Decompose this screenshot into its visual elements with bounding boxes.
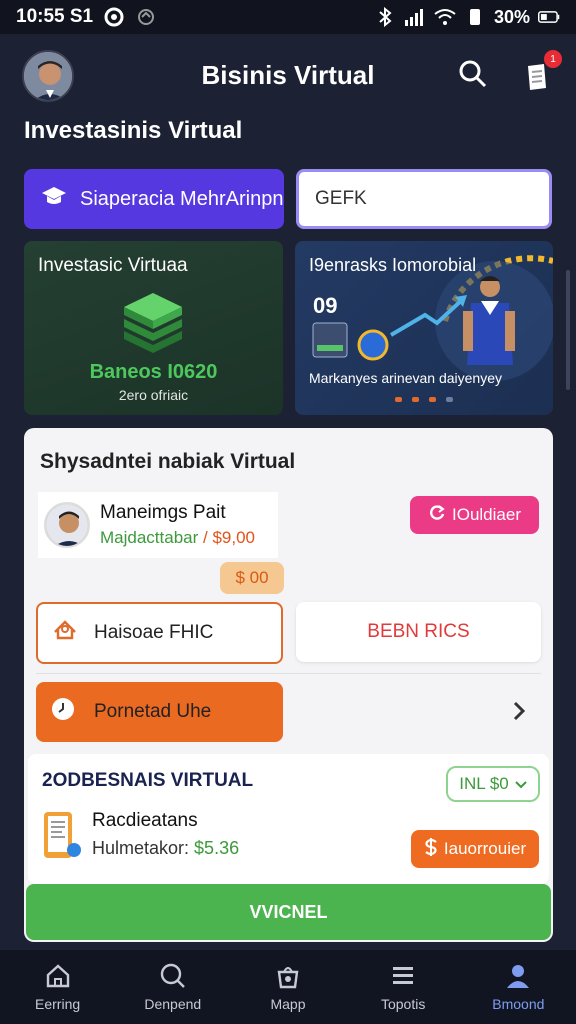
menu-icon	[393, 967, 414, 984]
profile-label: Majdacttabar	[100, 528, 199, 547]
chevron-down-icon	[515, 774, 527, 794]
bag-icon	[277, 967, 299, 989]
nav-label-search: Denpend	[144, 996, 202, 1012]
investment-card[interactable]: Investasic Virtuaa Baneos I0620 2ero ofr…	[24, 241, 283, 415]
nav-item-home[interactable]: Eerring	[3, 962, 113, 1012]
nav-label-home: Eerring	[35, 996, 81, 1012]
wifi-icon	[434, 6, 456, 28]
chevron-right-icon[interactable]	[512, 698, 526, 729]
confirm-button[interactable]: VVICNEL	[26, 884, 551, 940]
item-name: Racdieatans	[92, 810, 198, 831]
nav-label-menu: Topotis	[380, 996, 426, 1012]
app-circle-icon	[103, 6, 125, 28]
nav-item-search[interactable]: Denpend	[118, 962, 228, 1012]
profile-row[interactable]: Maneimgs Pait Majdacttabar / $9,00	[38, 492, 278, 558]
price-chip: $ 00	[220, 562, 284, 594]
primary-button-label: Siaperacia MehrArinpn	[80, 187, 284, 210]
profile-price: $9,00	[212, 528, 256, 547]
bottom-nav: Eerring Denpend Mapp Topotis Bmoond	[0, 950, 576, 1024]
item-action-button[interactable]: Iauorrouier	[411, 830, 539, 868]
nav-item-menu[interactable]: Topotis	[348, 962, 458, 1012]
orange-button[interactable]: Pornetad Uhe	[36, 682, 283, 742]
sub-card-title: 2ODBESNAIS VIRTUAL	[42, 770, 254, 791]
notification-app-icon	[135, 6, 157, 28]
confirm-button-label: VVICNEL	[249, 901, 328, 922]
user-icon	[507, 965, 530, 988]
outline-button-label: Haisoae FHIC	[94, 622, 214, 643]
notification-button[interactable]: 1	[522, 50, 562, 92]
nav-label-profile: Bmoond	[492, 996, 545, 1012]
item-price: $5.36	[194, 838, 240, 858]
status-bar: 10:55 S1 30%	[0, 0, 576, 34]
notification-badge: 1	[544, 50, 562, 68]
section-title: Investasinis Virtual	[24, 117, 243, 144]
nav-item-bag[interactable]: Mapp	[233, 962, 343, 1012]
battery-percent: 30%	[493, 6, 530, 27]
stack-cube-icon	[120, 289, 186, 360]
pink-action-button[interactable]: IOuldiaer	[410, 496, 539, 534]
content-panel: Shysadntei nabiak Virtual Maneimgs Pait …	[24, 428, 553, 942]
home-icon	[46, 964, 69, 988]
divider	[36, 673, 541, 674]
status-time: 10:55 S1	[16, 6, 94, 27]
item-label: Hulmetakor:	[92, 838, 190, 858]
nav-item-profile[interactable]: Bmoond	[463, 962, 573, 1012]
sim-icon	[464, 6, 486, 28]
scrollbar[interactable]	[566, 270, 570, 390]
refresh-icon	[428, 504, 446, 527]
graduation-cap-icon	[40, 184, 68, 214]
carousel-dots[interactable]	[395, 397, 453, 402]
promo-card[interactable]: I9enrasks Iomorobial 09 Markanyes arinev…	[295, 241, 553, 415]
investment-subtitle: 2ero ofriaic	[118, 387, 189, 403]
phone-icon	[42, 810, 82, 862]
promo-number: 09	[313, 293, 338, 318]
primary-button[interactable]: Siaperacia MehrArinpn	[24, 169, 284, 229]
investment-card-title: Investasic Virtuaa	[38, 255, 188, 276]
signal-icon	[404, 6, 426, 28]
search-field-value: GEFK	[315, 188, 367, 209]
profile-avatar	[44, 502, 90, 548]
item-action-label: Iauorrouier	[443, 839, 527, 858]
battery-icon	[538, 6, 560, 28]
pink-action-label: IOuldiaer	[452, 505, 521, 524]
nav-label-bag: Mapp	[270, 996, 306, 1012]
promo-description: Markanyes arinevan daiyenyey	[309, 370, 502, 386]
app-header: Bisinis Virtual 1	[0, 34, 576, 118]
secondary-button[interactable]: BEBN RICS	[296, 602, 541, 662]
investment-balance: Baneos I0620	[89, 361, 218, 383]
search-icon	[160, 963, 185, 988]
house-icon	[52, 618, 78, 648]
sub-card: 2ODBESNAIS VIRTUAL INL $0 Racdieatans Hu…	[28, 754, 549, 884]
clock-icon	[50, 696, 76, 728]
outline-button[interactable]: Haisoae FHIC	[36, 602, 283, 664]
promo-title: I9enrasks Iomorobial	[309, 255, 477, 275]
profile-name: Maneimgs Pait	[100, 502, 226, 523]
search-field[interactable]: GEFK	[296, 169, 552, 229]
currency-select-value: INL $0	[459, 774, 509, 793]
currency-select[interactable]: INL $0	[446, 766, 540, 802]
app-title: Bisinis Virtual	[201, 60, 375, 90]
bluetooth-icon	[374, 6, 396, 28]
dollar-icon	[424, 837, 438, 862]
panel-title: Shysadntei nabiak Virtual	[40, 450, 296, 473]
orange-button-label: Pornetad Uhe	[94, 701, 212, 722]
secondary-button-label: BEBN RICS	[367, 621, 470, 642]
